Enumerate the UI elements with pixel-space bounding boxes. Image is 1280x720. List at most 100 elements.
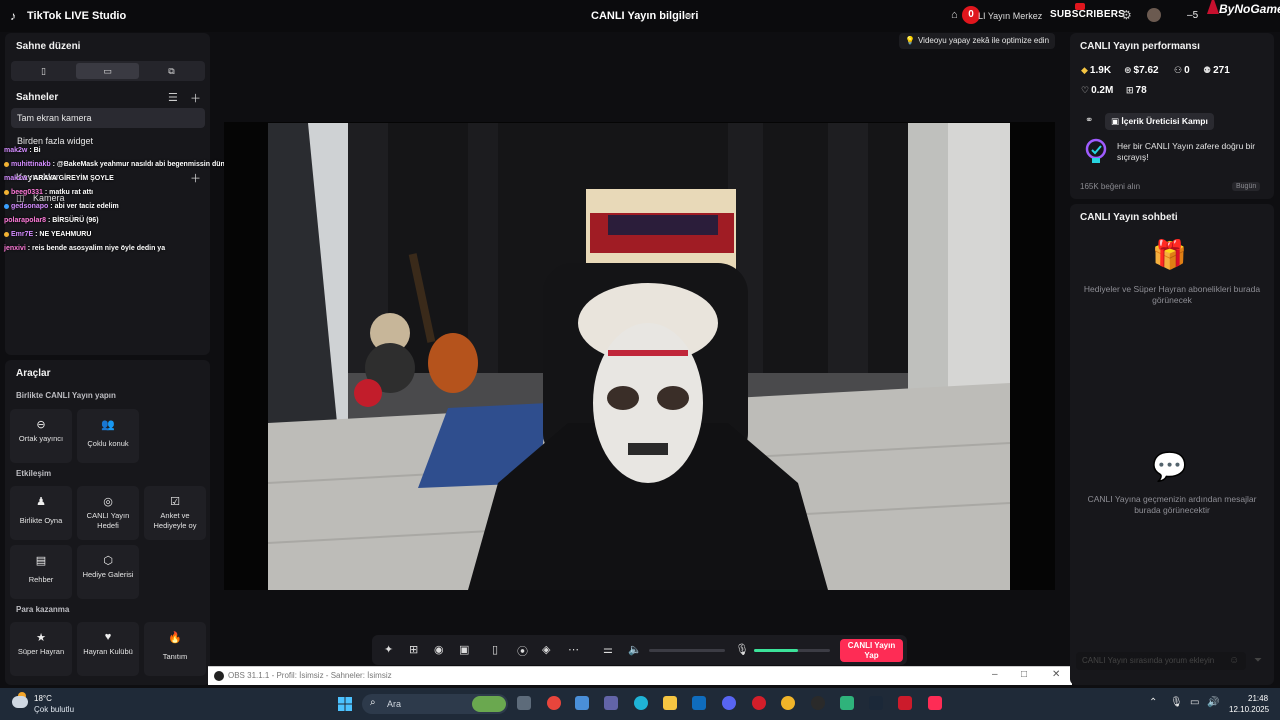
heart-icon: ♥ [104,631,112,643]
close-icon[interactable]: ✕ [1052,669,1060,680]
volume-icon[interactable]: 🔊 [1207,697,1219,708]
scene-item[interactable]: Tam ekran kamera [11,108,205,128]
ai-optimize-button[interactable]: 💡 Videoyu yapay zekâ ile optimize edin [899,33,1056,49]
likes-goal: 165K beğeni alın [1080,182,1141,191]
diamond-icon: ◆ [1081,65,1088,75]
steam-icon[interactable] [869,696,883,710]
gear-icon[interactable]: ⚙ [1121,8,1132,22]
tools-title: Araçlar [16,368,51,379]
multi-guest-tool[interactable]: 👥 Çoklu konuk [77,409,139,463]
poll-tool[interactable]: ☑ Anket ve Hediyeyle oy [144,486,206,540]
link-icon: ⊖ [36,419,46,431]
likes-stat[interactable]: ♡ 0.2M [1081,85,1113,96]
coin-icon: ⊛ [1124,65,1132,75]
avatar[interactable] [1147,8,1161,22]
gift-box-icon: 🎁 [1152,239,1187,270]
discord-icon[interactable] [722,696,736,710]
layout-switcher: ▯ ▭ ⧉ [11,61,205,81]
youtube-icon[interactable] [898,696,912,710]
home-icon[interactable]: ⌂ [951,9,958,21]
sliders-icon[interactable]: ⚌ [603,643,613,656]
store-icon[interactable] [575,696,589,710]
heart-icon: ♡ [1081,85,1090,95]
gifts-stat[interactable]: ⊞ 78 [1126,85,1147,96]
fan-club-tool[interactable]: ♥ Hayran Kulübü [77,622,139,676]
diamonds-stat[interactable]: ◆ 1.9K [1081,65,1111,76]
task-view-icon[interactable] [517,696,531,710]
record-icon[interactable]: ⦿ [517,643,528,659]
section-collab-title: Birlikte CANLI Yayın yapın [16,391,116,400]
obs-window-titlebar[interactable]: OBS 31.1.1 - Profil: İsimsiz - Sahneler:… [208,666,1072,685]
display-icon[interactable]: ▭ [1190,697,1199,708]
weather-cloud-icon[interactable] [12,696,28,708]
emoji-icon[interactable]: ☺ [1229,655,1239,666]
chat-input[interactable]: CANLI Yayın sırasında yorum ekleyin [1076,652,1246,670]
performance-title: CANLI Yayın performansı [1080,41,1200,52]
app-icon[interactable] [840,696,854,710]
promote-tool[interactable]: 🔥 Tanıtım [144,622,206,676]
app-title: TikTok LIVE Studio [27,10,127,22]
mic-icon[interactable]: 🎙 [735,643,749,656]
opera-icon[interactable] [752,696,766,710]
chat-panel [1070,204,1274,685]
windows-start-icon[interactable] [338,697,352,711]
add-scene-icon[interactable]: ＋ [190,90,201,106]
chevron-up-icon[interactable]: ⌃ [1149,697,1157,708]
mic-volume-fill [754,649,799,652]
creator-camp-button[interactable]: ▣ İçerik Üreticisi Kampı [1105,113,1214,130]
weather-desc[interactable]: Çok bulutlu [34,705,74,714]
dual-layout-button[interactable]: ⧉ [140,63,203,79]
chrome-alt-icon[interactable] [781,696,795,710]
search-label: Ara [387,699,402,709]
live-info-title[interactable]: CANLI Yayın bilgileri [591,10,698,22]
co-host-tool[interactable]: ⊖ Ortak yayıncı [10,409,72,463]
brand-watermark: ByNoGame [1219,2,1280,16]
edge-icon[interactable] [634,696,648,710]
user-settings-icon[interactable]: ⚭ [1085,115,1093,126]
maximize-icon[interactable]: □ [1021,669,1027,680]
share-icon[interactable]: ➦ [684,9,693,22]
outlook-icon[interactable] [692,696,706,710]
guide-tool[interactable]: ▤ Rehber [10,545,72,599]
magic-wand-icon[interactable]: ✦ [384,643,393,656]
viewers-stat[interactable]: ⚇ 0 [1174,65,1190,76]
camera-feed-image [268,123,1010,590]
portrait-layout-button[interactable]: ▯ [12,63,75,79]
speaker-volume-slider[interactable] [649,649,725,652]
layout-icon[interactable]: ▣ [459,643,469,656]
clock-date[interactable]: 12.10.2025 [1229,705,1269,714]
live-center-link[interactable]: LI Yayın Merkez [978,11,1042,21]
chat-title: CANLI Yayın sohbeti [1080,212,1178,223]
tiktok-studio-icon[interactable] [928,696,942,710]
weather-temp[interactable]: 18°C [34,694,52,703]
file-explorer-icon[interactable] [663,696,677,710]
effects-icon[interactable]: ◉ [434,643,444,656]
star-icon: ★ [36,632,46,644]
mic-tray-icon[interactable]: 🎙 [1170,697,1183,708]
go-live-button[interactable]: CANLI Yayın Yap [840,639,903,662]
speaker-icon[interactable]: 🔈 [628,643,642,656]
gift-gallery-tool[interactable]: ⬡ Hediye Galerisi [77,545,139,599]
live-goal-tool[interactable]: ◎ CANLI Yayın Hedefi [77,486,139,540]
phone-icon[interactable]: ▯ [492,643,498,656]
mic-volume-slider[interactable] [754,649,830,652]
add-source-icon[interactable]: ＋ [190,170,201,186]
list-icon[interactable]: ☰ [168,91,178,104]
people-icon: 👥 [101,419,115,431]
minimize-icon[interactable]: – [992,669,998,680]
obs-logo-icon [214,671,224,681]
add-media-icon[interactable]: ⊞ [409,643,418,656]
filter-icon[interactable]: ⏷ [1254,655,1262,666]
obs-taskbar-icon[interactable] [811,696,825,710]
teams-icon[interactable] [604,696,618,710]
camera-settings-icon[interactable]: ◈ [542,643,550,656]
gifts-empty-text: Hediyeler ve Süper Hayran abonelikleri b… [1083,284,1261,305]
clock-time[interactable]: 21:48 [1248,694,1268,703]
followers-stat[interactable]: ⚉ 271 [1203,65,1230,76]
super-fan-tool[interactable]: ★ Süper Hayran [10,622,72,676]
chrome-icon[interactable] [547,696,561,710]
landscape-layout-button[interactable]: ▭ [76,63,139,79]
play-together-tool[interactable]: ♟ Birlikte Oyna [10,486,72,540]
earnings-stat[interactable]: ⊛ $7.62 [1124,65,1159,76]
more-icon[interactable]: ⋯ [568,643,579,656]
